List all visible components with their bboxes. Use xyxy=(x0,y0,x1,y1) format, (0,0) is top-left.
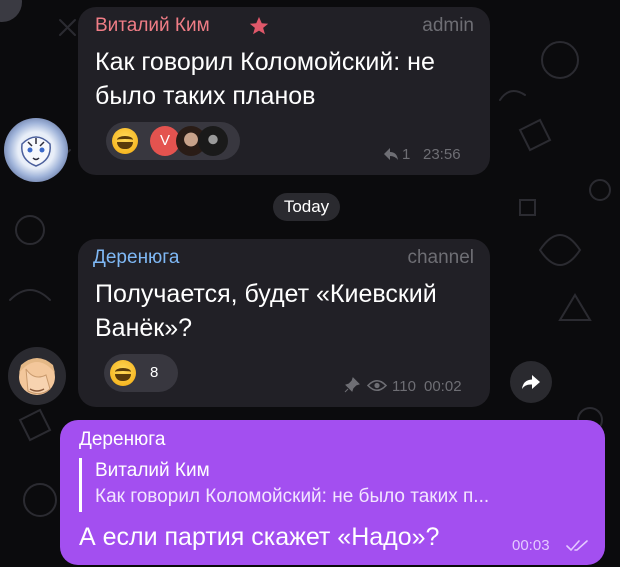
reply-icon xyxy=(384,148,398,160)
message-text: А если партия скажет «Надо»? xyxy=(79,523,440,551)
pin-icon xyxy=(344,377,360,393)
sender-avatar-emoji[interactable] xyxy=(8,347,66,405)
admin-badge: admin xyxy=(422,15,474,36)
message-text-line2: Ванёк»? xyxy=(95,314,193,342)
sender-name[interactable]: Виталий Ким xyxy=(95,15,210,37)
sender-name[interactable]: Деренюга xyxy=(79,429,165,451)
reaction-pill[interactable]: 8 xyxy=(104,354,178,392)
reactor-avatar-photo2 xyxy=(198,126,228,156)
message-bubble-1[interactable]: Виталий Ким admin Как говорил Коломойски… xyxy=(78,7,490,175)
reply-quote[interactable]: Виталий Ким Как говорил Коломойский: не … xyxy=(79,458,589,512)
grinning-face-icon xyxy=(112,128,138,154)
forward-icon xyxy=(522,375,540,389)
facepalm-icon xyxy=(19,358,55,395)
double-check-icon xyxy=(566,540,588,552)
star-icon xyxy=(249,16,269,35)
partial-avatar xyxy=(0,0,22,22)
reaction-count: 8 xyxy=(150,364,159,381)
date-separator: Today xyxy=(273,193,340,221)
message-bubble-outgoing[interactable]: Деренюга Виталий Ким Как говорил Коломой… xyxy=(60,420,605,565)
message-bubble-2[interactable]: Деренюга channel Получается, будет «Киев… xyxy=(78,239,490,407)
grinning-face-icon xyxy=(110,360,136,386)
channel-badge: channel xyxy=(407,247,474,268)
message-time: 23:56 xyxy=(423,146,461,163)
forward-button[interactable] xyxy=(510,361,552,403)
view-count: 110 xyxy=(392,378,416,395)
quote-text: Как говорил Коломойский: не было таких п… xyxy=(95,486,490,507)
message-text-line1: Получается, будет «Киевский xyxy=(95,280,437,308)
eye-icon xyxy=(367,379,387,392)
message-text-line2: было таких планов xyxy=(95,82,316,110)
sender-avatar-tiger[interactable] xyxy=(4,118,68,182)
message-time: 00:02 xyxy=(424,378,462,395)
message-text-line1: Как говорил Коломойский: не xyxy=(95,48,435,76)
reply-count[interactable]: 1 xyxy=(402,146,410,163)
message-time: 00:03 xyxy=(512,537,550,554)
tiger-icon xyxy=(21,136,51,167)
sender-name[interactable]: Деренюга xyxy=(93,247,179,269)
reaction-pill[interactable]: V xyxy=(106,122,240,160)
quote-sender: Виталий Ким xyxy=(95,460,210,481)
